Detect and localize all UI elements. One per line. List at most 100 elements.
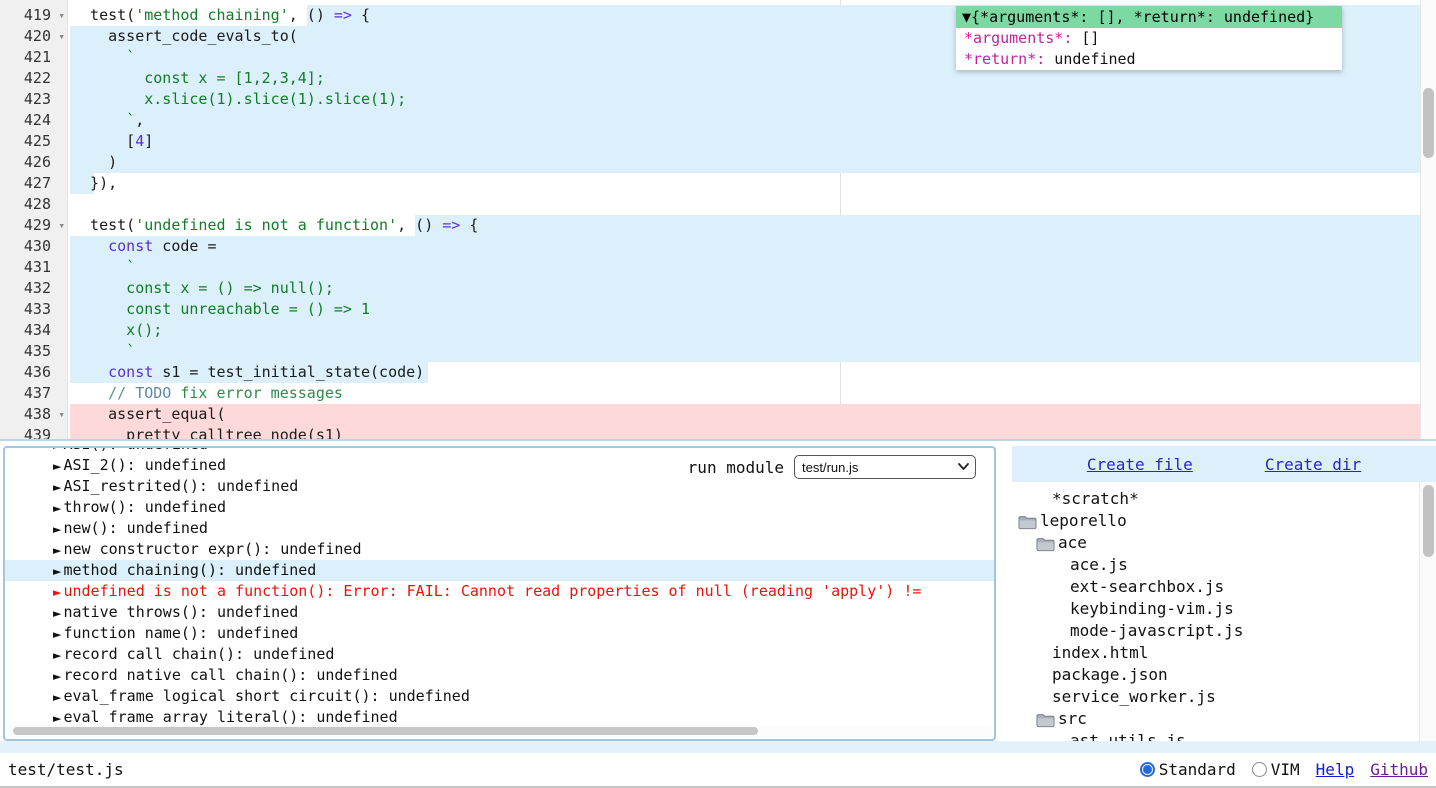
expand-triangle-icon[interactable]: ► bbox=[53, 586, 61, 599]
expand-triangle-icon[interactable]: ► bbox=[53, 607, 61, 620]
tree-item-label: package.json bbox=[1052, 664, 1168, 686]
value-inspector-tooltip[interactable]: ▼{*arguments*: [], *return*: undefined} … bbox=[956, 6, 1342, 70]
fold-toggle-icon[interactable]: ▾ bbox=[58, 215, 65, 236]
expand-triangle-icon[interactable]: ► bbox=[53, 565, 61, 578]
gutter-line-number: 419▾ bbox=[0, 5, 67, 26]
expand-triangle-icon[interactable]: ► bbox=[53, 628, 61, 641]
run-module-select-wrap: test/run.js bbox=[794, 455, 976, 479]
test-result-item[interactable]: ►native throws(): undefined bbox=[5, 602, 994, 623]
tree-vertical-scrollbar[interactable] bbox=[1419, 482, 1436, 741]
expand-triangle-icon[interactable]: ► bbox=[53, 670, 61, 683]
expand-triangle-icon[interactable]: ► bbox=[53, 544, 61, 557]
code-line-423[interactable]: x.slice(1).slice(1).slice(1); bbox=[68, 89, 1420, 110]
tooltip-rows: *arguments*: []*return*: undefined bbox=[956, 28, 1342, 70]
tree-item-label: index.html bbox=[1052, 642, 1148, 664]
tree-file-package-json[interactable]: package.json bbox=[1012, 664, 1419, 686]
tree-folder-leporello[interactable]: leporello bbox=[1012, 510, 1419, 532]
help-link[interactable]: Help bbox=[1316, 760, 1355, 779]
radio-unselected-icon[interactable] bbox=[1252, 762, 1267, 777]
github-link[interactable]: Github bbox=[1370, 760, 1428, 779]
tree-file-mode-javascript-js[interactable]: mode-javascript.js bbox=[1012, 620, 1419, 642]
code-line-433[interactable]: const unreachable = () => 1 bbox=[68, 299, 1420, 320]
code-line-429[interactable]: test('undefined is not a function', () =… bbox=[68, 215, 1420, 236]
tree-folder-src[interactable]: src bbox=[1012, 708, 1419, 730]
code-line-436[interactable]: const s1 = test_initial_state(code) bbox=[68, 362, 1420, 383]
code-line-426[interactable]: ) bbox=[68, 152, 1420, 173]
expand-triangle-icon[interactable]: ► bbox=[53, 502, 61, 515]
gutter-line-number: 429▾ bbox=[0, 215, 67, 236]
code-line-432[interactable]: const x = () => null(); bbox=[68, 278, 1420, 299]
expand-triangle-icon[interactable]: ► bbox=[53, 523, 61, 536]
test-result-item[interactable]: ►eval_frame logical short circuit(): und… bbox=[5, 686, 994, 707]
code-editor[interactable]: 419▾420▾421422423424425426427428429▾4304… bbox=[0, 0, 1436, 441]
fold-toggle-icon[interactable]: ▾ bbox=[58, 26, 65, 47]
test-result-item[interactable]: ►record call chain(): undefined bbox=[5, 644, 994, 665]
test-result-item[interactable]: ►new(): undefined bbox=[5, 518, 994, 539]
tree-scrollbar-thumb[interactable] bbox=[1423, 485, 1434, 557]
code-line-430[interactable]: const code = bbox=[68, 236, 1420, 257]
test-result-item[interactable]: ►undefined is not a function(): Error: F… bbox=[5, 581, 994, 602]
code-line-424[interactable]: `, bbox=[68, 110, 1420, 131]
gutter-line-number: 425 bbox=[0, 131, 67, 152]
test-result-item[interactable]: ►function name(): undefined bbox=[5, 623, 994, 644]
code-line-437[interactable]: // TODO fix error messages bbox=[68, 383, 1420, 404]
test-result-item[interactable]: ►new constructor expr(): undefined bbox=[5, 539, 994, 560]
leporello-app: 419▾420▾421422423424425426427428429▾4304… bbox=[0, 0, 1436, 788]
tooltip-entry[interactable]: *return*: undefined bbox=[956, 49, 1342, 70]
tree-file-index-html[interactable]: index.html bbox=[1012, 642, 1419, 664]
code-line-439[interactable]: pretty_calltree_node(s1) bbox=[68, 425, 1420, 439]
tree-file-keybinding-vim-js[interactable]: keybinding-vim.js bbox=[1012, 598, 1419, 620]
test-result-item[interactable]: ►record native call chain(): undefined bbox=[5, 665, 994, 686]
test-output-panel: ►ASI(): undefined►ASI_2(): undefined►ASI… bbox=[3, 446, 996, 741]
code-line-435[interactable]: ` bbox=[68, 341, 1420, 362]
tree-file-ace-js[interactable]: ace.js bbox=[1012, 554, 1419, 576]
tree-file--scratch-[interactable]: *scratch* bbox=[1012, 488, 1419, 510]
code-line-434[interactable]: x(); bbox=[68, 320, 1420, 341]
tree-item-label: src bbox=[1058, 708, 1087, 730]
output-scrollbar-thumb[interactable] bbox=[13, 727, 758, 735]
code-line-text: const x = [1,2,3,4]; bbox=[68, 68, 1420, 89]
test-result-item[interactable]: ►throw(): undefined bbox=[5, 497, 994, 518]
code-line-425[interactable]: [4] bbox=[68, 131, 1420, 152]
keybinding-standard-option[interactable]: Standard bbox=[1140, 760, 1236, 779]
code-line-text: // TODO fix error messages bbox=[68, 383, 1420, 404]
code-line-422[interactable]: const x = [1,2,3,4]; bbox=[68, 68, 1420, 89]
gutter-line-number: 434 bbox=[0, 320, 67, 341]
gutter-line-number: 436 bbox=[0, 362, 67, 383]
tree-file-service-worker-js[interactable]: service_worker.js bbox=[1012, 686, 1419, 708]
create-dir-link[interactable]: Create dir bbox=[1265, 455, 1361, 474]
tooltip-entry[interactable]: *arguments*: [] bbox=[956, 28, 1342, 49]
code-line-427[interactable]: }), bbox=[68, 173, 1420, 194]
code-line-438[interactable]: assert_equal( bbox=[68, 404, 1420, 425]
radio-selected-icon[interactable] bbox=[1140, 762, 1155, 777]
tree-file-ext-searchbox-js[interactable]: ext-searchbox.js bbox=[1012, 576, 1419, 598]
status-bar: test/test.js Standard VIM Help Github bbox=[0, 753, 1436, 788]
gutter-line-number: 423 bbox=[0, 89, 67, 110]
output-horizontal-scrollbar[interactable] bbox=[7, 725, 992, 737]
editor-vertical-scrollbar[interactable] bbox=[1420, 0, 1436, 439]
gutter-line-number: 431 bbox=[0, 257, 67, 278]
tree-folder-ace[interactable]: ace bbox=[1012, 532, 1419, 554]
create-file-link[interactable]: Create file bbox=[1087, 455, 1193, 474]
expand-triangle-icon[interactable]: ► bbox=[53, 460, 61, 473]
test-result-item[interactable]: ►ASI(): undefined bbox=[5, 446, 994, 455]
expand-triangle-icon[interactable]: ► bbox=[53, 481, 61, 494]
code-line-text: ` bbox=[68, 341, 1420, 362]
gutter-line-number: 420▾ bbox=[0, 26, 67, 47]
tree-file-ast-utils-js[interactable]: ast_utils.js bbox=[1012, 730, 1419, 741]
tooltip-header[interactable]: ▼{*arguments*: [], *return*: undefined} bbox=[956, 6, 1342, 28]
expand-triangle-icon[interactable]: ► bbox=[53, 712, 61, 725]
keybinding-vim-option[interactable]: VIM bbox=[1252, 760, 1300, 779]
run-module-select[interactable]: test/run.js bbox=[794, 455, 976, 479]
test-result-item[interactable]: ►method chaining(): undefined bbox=[5, 560, 994, 581]
expand-triangle-icon[interactable]: ► bbox=[53, 649, 61, 662]
test-result-item[interactable]: ►ASI_restrited(): undefined bbox=[5, 476, 994, 497]
file-tree: *scratch*leporelloaceace.jsext-searchbox… bbox=[1012, 482, 1419, 741]
editor-scrollbar-thumb[interactable] bbox=[1423, 88, 1434, 158]
expand-triangle-icon[interactable]: ► bbox=[53, 691, 61, 704]
code-line-431[interactable]: ` bbox=[68, 257, 1420, 278]
expand-triangle-icon[interactable]: ► bbox=[53, 446, 61, 452]
fold-toggle-icon[interactable]: ▾ bbox=[58, 404, 65, 425]
fold-toggle-icon[interactable]: ▾ bbox=[58, 5, 65, 26]
code-line-428[interactable] bbox=[68, 194, 1420, 215]
